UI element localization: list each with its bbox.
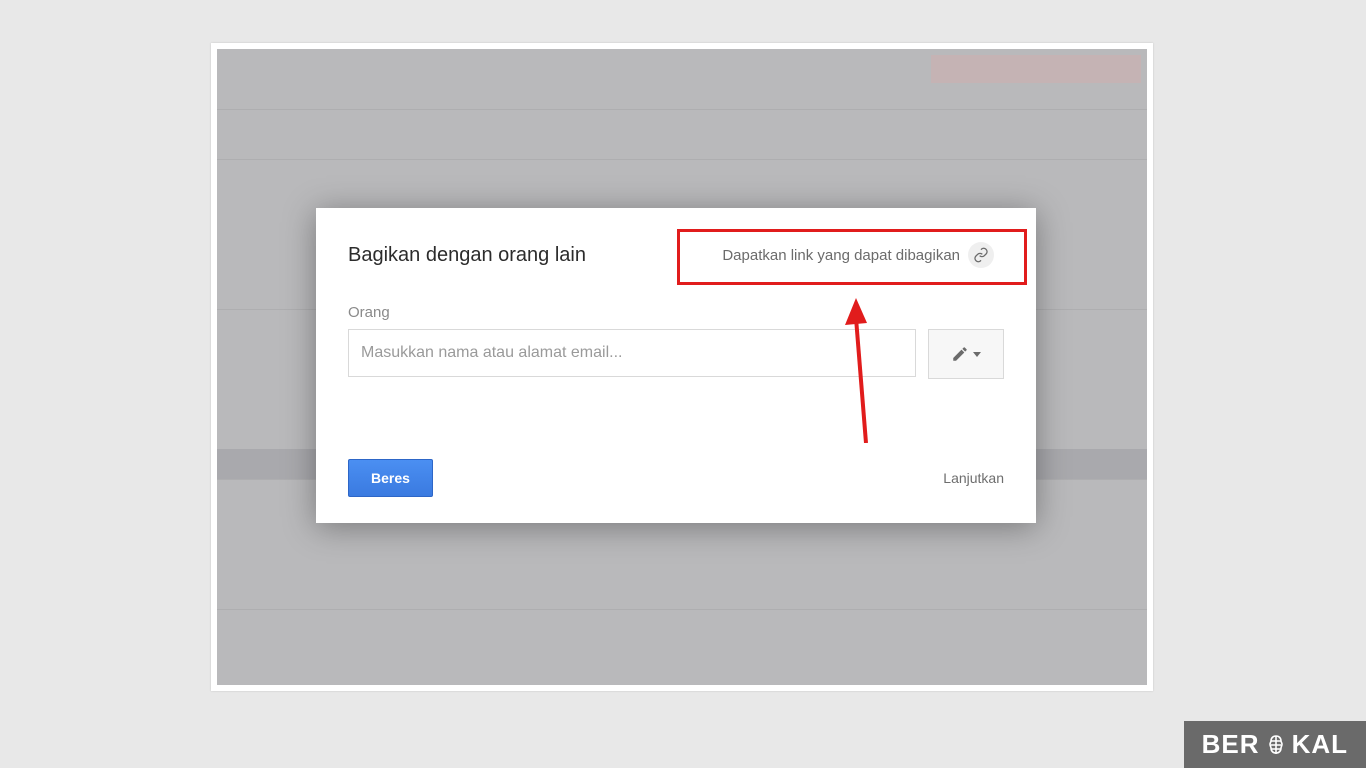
grid-line xyxy=(217,109,1147,110)
email-field[interactable] xyxy=(348,329,916,377)
dialog-header: Bagikan dengan orang lain Dapatkan link … xyxy=(348,236,1004,274)
people-row xyxy=(348,329,1004,379)
watermark-text-left: BER xyxy=(1202,729,1260,760)
grid-line xyxy=(217,609,1147,610)
share-dialog: Bagikan dengan orang lain Dapatkan link … xyxy=(316,208,1036,523)
dialog-title: Bagikan dengan orang lain xyxy=(348,244,586,267)
dialog-footer: Beres Lanjutkan xyxy=(348,459,1004,497)
watermark: BER KAL xyxy=(1184,721,1366,768)
link-icon xyxy=(968,242,994,268)
brain-icon xyxy=(1264,733,1288,757)
chevron-down-icon xyxy=(973,352,981,357)
get-shareable-link-button[interactable]: Dapatkan link yang dapat dibagikan xyxy=(712,236,1004,274)
done-button[interactable]: Beres xyxy=(348,459,433,497)
advanced-link[interactable]: Lanjutkan xyxy=(943,470,1004,486)
get-shareable-link-label: Dapatkan link yang dapat dibagikan xyxy=(722,247,960,264)
pencil-icon xyxy=(951,345,969,363)
sheet-highlight-region xyxy=(931,55,1141,83)
grid-line xyxy=(217,159,1147,160)
people-label: Orang xyxy=(348,304,1004,321)
permission-dropdown[interactable] xyxy=(928,329,1004,379)
screenshot-card: Bagikan dengan orang lain Dapatkan link … xyxy=(211,43,1153,691)
watermark-text-right: KAL xyxy=(1292,729,1348,760)
